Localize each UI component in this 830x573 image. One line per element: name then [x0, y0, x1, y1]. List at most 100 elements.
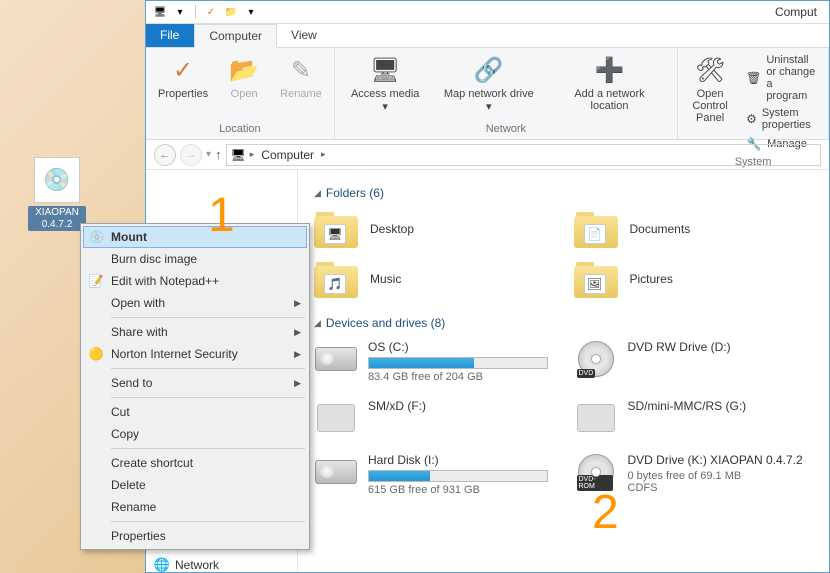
menu-item-label: Copy	[111, 427, 139, 441]
drive-usage-bar	[368, 357, 548, 369]
menu-item[interactable]: 📝 Edit with Notepad++	[83, 270, 307, 292]
menu-item[interactable]: Copy	[83, 423, 307, 445]
properties-button[interactable]: ✓ Properties	[154, 52, 212, 102]
submenu-arrow-icon: ▶	[294, 298, 301, 309]
tab-file[interactable]: File	[146, 24, 194, 47]
menu-item-icon: 🟡	[88, 346, 104, 362]
uninstall-icon: 🗑	[746, 70, 761, 86]
folder-label: Music	[370, 272, 401, 286]
menu-item-label: Send to	[111, 376, 152, 390]
chevron-right-icon[interactable]: ▸	[321, 149, 326, 160]
breadcrumb[interactable]: 🖥 ▸ Computer ▸	[226, 144, 821, 166]
newfolder-qat-icon[interactable]: 📁	[223, 4, 239, 20]
folder-item[interactable]: 🎵Music	[314, 260, 554, 298]
drive-subtitle: 83.4 GB free of 204 GB	[368, 371, 554, 383]
context-menu: 💿Mount Burn disc image 📝 Edit with Notepad+…	[80, 223, 310, 550]
menu-separator	[111, 448, 305, 449]
group-label-location: Location	[154, 121, 326, 137]
computer-icon: 🖥	[231, 148, 246, 162]
rename-icon: ✎	[285, 54, 317, 86]
folder-label: Documents	[630, 222, 691, 236]
menu-item-label: Burn disc image	[111, 252, 197, 266]
folder-icon: 📄	[574, 210, 618, 248]
drive-item[interactable]: SM/xD (F:)	[314, 399, 554, 437]
up-button[interactable]: ↑	[215, 147, 222, 162]
hdd-icon	[315, 460, 357, 484]
drives-section-header[interactable]: ◢ Devices and drives (8)	[314, 316, 813, 330]
access-media-button[interactable]: 🖥 Access media ▾	[343, 52, 428, 115]
map-drive-icon: 🔗	[473, 54, 505, 86]
menu-item[interactable]: Burn disc image	[83, 248, 307, 270]
add-network-location-button[interactable]: ➕ Add a network location	[550, 52, 669, 114]
drive-item[interactable]: SD/mini-MMC/RS (G:)	[574, 399, 814, 437]
network-icon: 🌐	[154, 557, 170, 572]
uninstall-program-button[interactable]: 🗑 Uninstall or change a program	[742, 52, 820, 104]
menu-item-label: Open with	[111, 296, 165, 310]
nav-item-network[interactable]: 🌐 Network	[150, 554, 293, 572]
forward-button[interactable]: →	[180, 144, 202, 166]
desktop-file-icon[interactable]: 💿 XIAOPAN 0.4.7.2	[28, 157, 86, 231]
menu-item[interactable]: Cut	[83, 401, 307, 423]
map-network-drive-button[interactable]: 🔗 Map network drive ▾	[436, 52, 542, 115]
rename-button[interactable]: ✎ Rename	[276, 52, 326, 102]
submenu-arrow-icon: ▶	[294, 378, 301, 389]
card-icon	[317, 404, 355, 432]
menu-item[interactable]: Send to ▶	[83, 372, 307, 394]
drive-item[interactable]: OS (C:)83.4 GB free of 204 GB	[314, 340, 554, 383]
menu-item[interactable]: Open with ▶	[83, 292, 307, 314]
menu-item[interactable]: 💿Mount	[83, 226, 307, 248]
folder-item[interactable]: 🖼 Pictures	[574, 260, 814, 298]
tab-computer[interactable]: Computer	[194, 24, 277, 48]
menu-separator	[111, 317, 305, 318]
drive-usage-bar	[368, 470, 548, 482]
qat-dropdown-icon[interactable]: ▾	[172, 4, 188, 20]
menu-item-label: Norton Internet Security	[111, 347, 238, 361]
menu-item[interactable]: Properties	[83, 525, 307, 547]
collapse-icon: ◢	[314, 318, 321, 329]
menu-item[interactable]: Share with▶	[83, 321, 307, 343]
history-dropdown-icon[interactable]: ▾	[206, 149, 211, 160]
drive-item[interactable]: Hard Disk (I:)615 GB free of 931 GB	[314, 453, 554, 496]
open-control-panel-button[interactable]: 🛠 Open Control Panel	[686, 52, 734, 126]
titlebar: 🖥 ▾ ✓ 📁 ▾ Comput	[146, 1, 829, 24]
menu-item[interactable]: 🟡Norton Internet Security▶	[83, 343, 307, 365]
ribbon-group-system: 🛠 Open Control Panel 🗑 Uninstall or chan…	[678, 48, 829, 139]
folder-item[interactable]: 📄 Documents	[574, 210, 814, 248]
folders-section-header[interactable]: ◢ Folders (6)	[314, 186, 813, 200]
menu-item-label: Cut	[111, 405, 130, 419]
back-button[interactable]: ←	[154, 144, 176, 166]
menu-item[interactable]: Create shortcut	[83, 452, 307, 474]
drive-name: DVD Drive (K:) XIAOPAN 0.4.7.2	[628, 453, 814, 467]
menu-item-label: Rename	[111, 500, 156, 514]
menu-item[interactable]: Delete	[83, 474, 307, 496]
folder-item[interactable]: 🖥Desktop	[314, 210, 554, 248]
qat-dropdown2-icon[interactable]: ▾	[243, 4, 259, 20]
folder-label: Pictures	[630, 272, 673, 286]
menu-item-label: Properties	[111, 529, 166, 543]
menu-item-icon: 📝	[88, 273, 104, 289]
drive-filesystem: CDFS	[628, 482, 814, 494]
menu-item-label: Mount	[111, 230, 147, 244]
window-title: Comput	[775, 5, 817, 19]
ribbon: ✓ Properties 📂 Open ✎ Rename Location 🖥 …	[146, 48, 829, 140]
tab-view[interactable]: View	[277, 24, 332, 47]
menu-item-label: Edit with Notepad++	[111, 274, 219, 288]
properties-qat-icon[interactable]: ✓	[203, 4, 219, 20]
system-properties-button[interactable]: ⚙ System properties	[742, 105, 820, 133]
drive-name: SM/xD (F:)	[368, 399, 554, 413]
quick-access-toolbar: 🖥 ▾ ✓ 📁 ▾	[152, 4, 259, 20]
sysprops-icon: ⚙	[746, 111, 757, 127]
properties-icon: ✓	[167, 54, 199, 86]
ribbon-tabs: File Computer View	[146, 24, 829, 48]
menu-item[interactable]: Rename	[83, 496, 307, 518]
folder-icon: 🖼	[574, 260, 618, 298]
breadcrumb-root[interactable]: Computer	[258, 148, 317, 162]
group-label-network: Network	[343, 121, 669, 137]
folder-icon: 🖥	[314, 210, 358, 248]
annotation-1: 1	[208, 188, 235, 243]
desktop-file-label: XIAOPAN 0.4.7.2	[28, 206, 86, 231]
content-pane: ◢ Folders (6) 🖥Desktop 📄 Documents 🎵Music 🖼 P…	[298, 170, 829, 572]
chevron-right-icon[interactable]: ▸	[250, 149, 255, 160]
drive-item[interactable]: DVDDVD RW Drive (D:)	[574, 340, 814, 383]
open-button[interactable]: 📂 Open	[220, 52, 268, 102]
